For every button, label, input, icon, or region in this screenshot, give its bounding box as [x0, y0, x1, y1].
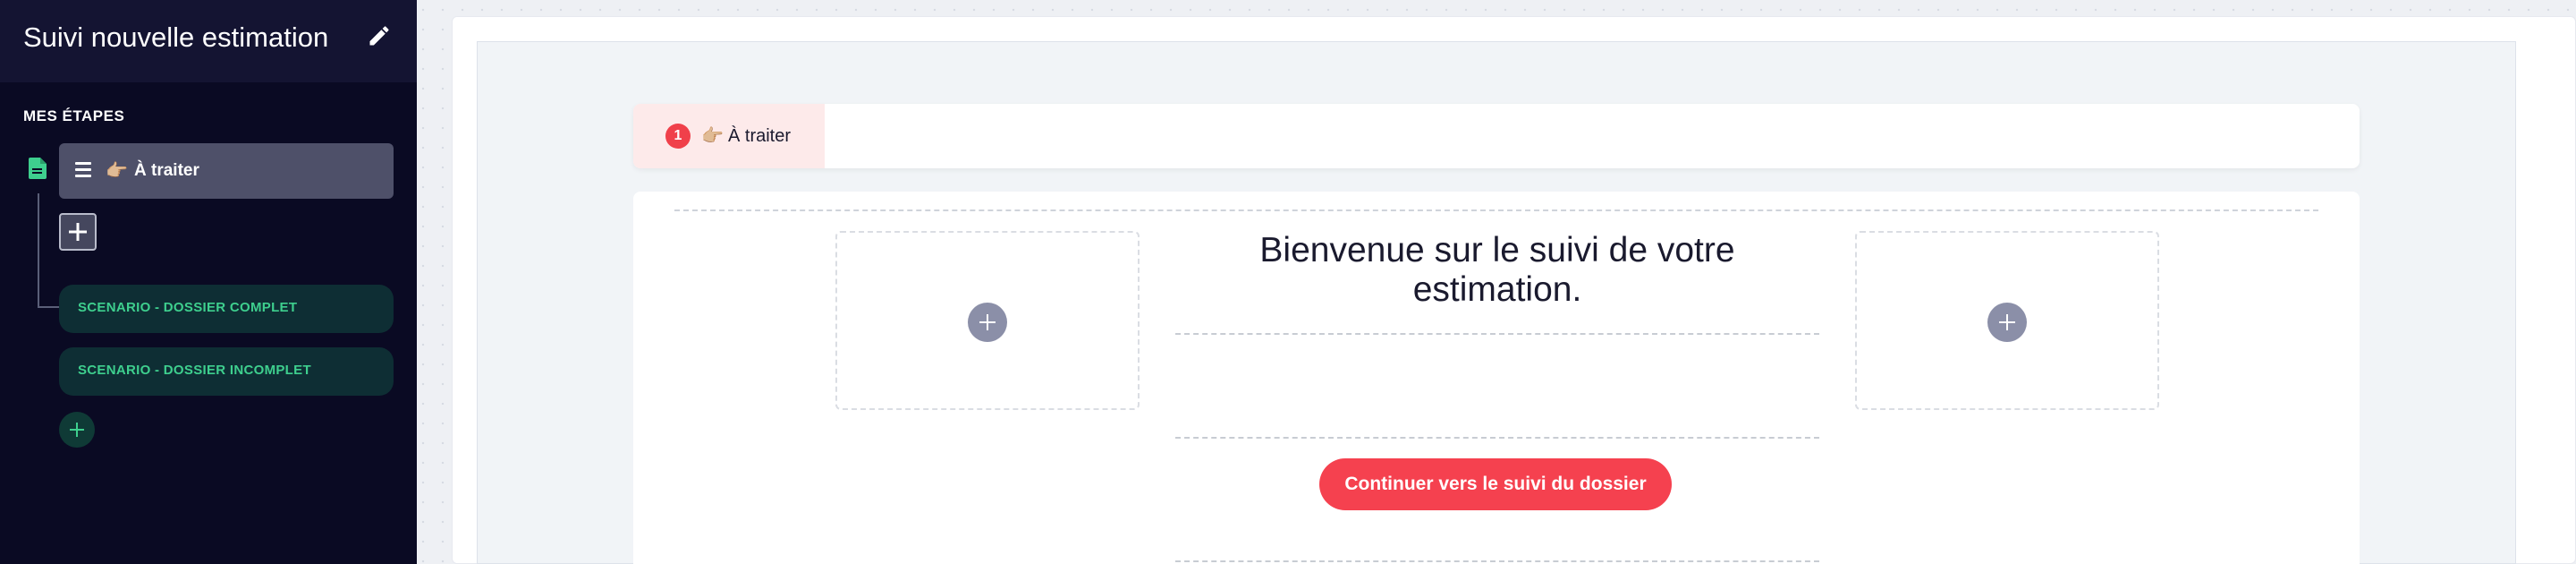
block-divider — [1175, 437, 1819, 439]
sidebar-step-a-traiter[interactable]: 👉🏼 À traiter — [59, 143, 394, 199]
plus-icon — [69, 223, 87, 241]
left-block-placeholder[interactable] — [835, 231, 1140, 410]
document-icon — [29, 158, 47, 179]
tree-connector — [38, 193, 39, 308]
workflow-title: Suivi nouvelle estimation — [23, 21, 329, 53]
add-block-button[interactable] — [968, 303, 1007, 342]
scenario-label: SCENARIO - DOSSIER COMPLET — [78, 300, 298, 315]
steps-section-label: MES ÉTAPES — [23, 107, 125, 124]
add-block-button[interactable] — [1987, 303, 2027, 342]
pencil-icon[interactable] — [367, 23, 392, 48]
continue-button[interactable]: Continuer vers le suivi du dossier — [1319, 458, 1672, 510]
block-divider — [1175, 333, 1819, 335]
tree-connector-branch — [38, 306, 59, 308]
sidebar: Suivi nouvelle estimation MES ÉTAPES 👉🏼 … — [0, 0, 417, 564]
steps-tab-bar: 1 👉🏼 À traiter — [633, 104, 2360, 168]
right-block-placeholder[interactable] — [1855, 231, 2159, 410]
plus-icon — [70, 423, 84, 437]
block-divider — [1175, 560, 1819, 562]
step-label: À traiter — [134, 161, 199, 180]
welcome-heading: Bienvenue sur le suivi de votre estimati… — [1259, 231, 1735, 309]
scenario-label: SCENARIO - DOSSIER INCOMPLET — [78, 363, 311, 378]
scenario-dossier-incomplet[interactable]: SCENARIO - DOSSIER INCOMPLET — [59, 347, 394, 396]
plus-icon — [1999, 314, 2015, 330]
pointing-hand-icon: 👉🏼 — [106, 161, 128, 181]
content-card: Bienvenue sur le suivi de votre estimati… — [633, 192, 2360, 564]
scenario-dossier-complet[interactable]: SCENARIO - DOSSIER COMPLET — [59, 285, 394, 333]
hamburger-icon[interactable] — [75, 162, 91, 180]
tab-label: À traiter — [728, 126, 792, 146]
pointing-hand-icon: 👉🏼 — [701, 126, 724, 146]
plus-icon — [979, 314, 996, 330]
add-scenario-button[interactable] — [59, 412, 95, 448]
add-step-button[interactable] — [59, 213, 97, 251]
sidebar-header: Suivi nouvelle estimation — [0, 0, 417, 82]
tab-a-traiter[interactable]: 1 👉🏼 À traiter — [633, 104, 825, 168]
section-divider — [674, 209, 2318, 211]
tab-number-badge: 1 — [665, 124, 691, 149]
